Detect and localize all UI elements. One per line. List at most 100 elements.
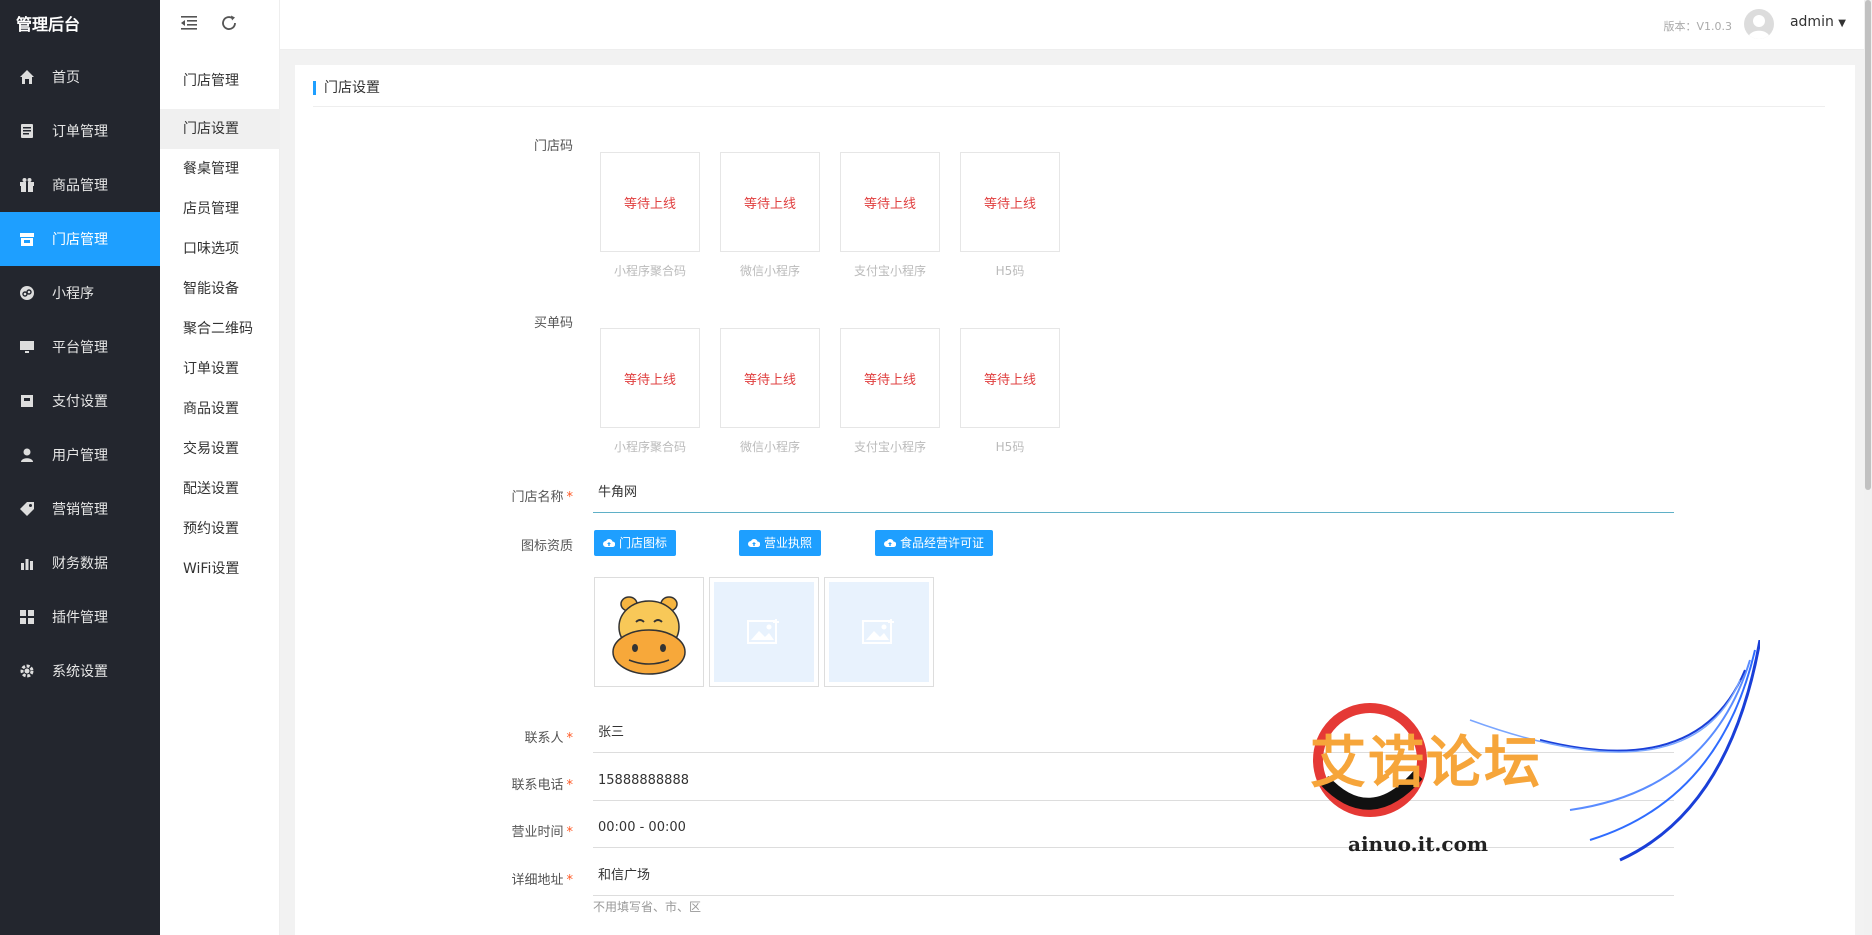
nav-item-miniapp[interactable]: 小程序 (0, 266, 160, 320)
user-icon (18, 446, 36, 464)
submenu-item-store-settings[interactable]: 门店设置 (160, 109, 280, 149)
business-hours-input[interactable]: 00:00 - 00:00 (593, 812, 1674, 848)
label-text: 详细地址 (511, 873, 564, 888)
refresh-icon[interactable] (220, 14, 238, 36)
submenu-item-booking-settings[interactable]: 预约设置 (160, 509, 280, 549)
submenu-item-order-settings[interactable]: 订单设置 (160, 349, 280, 389)
submenu-item-tables[interactable]: 餐桌管理 (160, 149, 280, 189)
nav-item-stores[interactable]: 门店管理 (0, 212, 160, 266)
store-name-input[interactable]: 牛角网 (593, 477, 1674, 513)
qr-box: 等待上线 (600, 152, 700, 252)
qr-caption: 微信小程序 (739, 264, 800, 278)
qr-caption: H5码 (995, 440, 1025, 454)
qr-placeholder: 等待上线 (623, 372, 676, 388)
qr-caption: H5码 (995, 264, 1025, 278)
business-hours-label: 营业时间 * (473, 821, 573, 840)
panel-title: 门店设置 (324, 80, 380, 96)
nav-item-settings[interactable]: 系统设置 (0, 644, 160, 698)
nav-item-payment[interactable]: 支付设置 (0, 374, 160, 428)
store-icon-preview[interactable] (594, 577, 704, 687)
nav-item-orders[interactable]: 订单管理 (0, 104, 160, 158)
cloud-upload-icon (884, 539, 896, 547)
submenu-item-wifi-settings[interactable]: WiFi设置 (160, 549, 280, 589)
store-name-label: 门店名称 * (473, 486, 573, 505)
submenu-item-devices[interactable]: 智能设备 (160, 269, 280, 309)
required-mark: * (566, 825, 574, 840)
upload-food-license-button[interactable]: 食品经营许可证 (875, 530, 994, 556)
nav-item-plugins[interactable]: 插件管理 (0, 590, 160, 644)
qr-placeholder: 等待上线 (983, 372, 1036, 388)
image-placeholder (714, 582, 814, 682)
nav-label: 平台管理 (52, 340, 108, 356)
qr-caption: 支付宝小程序 (853, 440, 926, 454)
qr-box: 等待上线 (600, 328, 700, 428)
food-license-preview[interactable] (824, 577, 934, 687)
nav-item-home[interactable]: 首页 (0, 50, 160, 104)
plugin-icon (18, 608, 36, 626)
avatar[interactable] (1744, 9, 1774, 39)
button-label: 食品经营许可证 (900, 536, 985, 550)
hippo-logo-image (612, 596, 686, 675)
pay-code-label: 买单码 (473, 312, 573, 331)
scrollbar-thumb[interactable] (1865, 0, 1871, 490)
nav-label: 商品管理 (52, 178, 108, 194)
nav-label: 用户管理 (52, 448, 108, 464)
label-text: 营业时间 (511, 825, 564, 840)
required-mark: * (566, 731, 574, 746)
store-icon (18, 230, 36, 248)
nav-item-products[interactable]: 商品管理 (0, 158, 160, 212)
label-text: 门店名称 (511, 490, 564, 505)
nav-label: 首页 (52, 70, 80, 86)
qr-box: 等待上线 (720, 328, 820, 428)
nav-item-users[interactable]: 用户管理 (0, 428, 160, 482)
submenu-item-aggregate-qr[interactable]: 聚合二维码 (160, 309, 280, 349)
nav-label: 门店管理 (52, 232, 108, 248)
sidebar: 管理后台 首页 订单管理 商品管理 门店管理 小程序 平台管理 支付设置 用户管… (0, 0, 160, 935)
user-menu[interactable]: admin ▼ (1790, 14, 1846, 30)
button-label: 门店图标 (619, 536, 668, 550)
page-scrollbar[interactable] (1864, 0, 1872, 935)
qr-box: 等待上线 (840, 152, 940, 252)
qr-caption: 微信小程序 (739, 440, 800, 454)
nav-item-platform[interactable]: 平台管理 (0, 320, 160, 374)
nav-label: 系统设置 (52, 664, 108, 680)
header-accent-bar (313, 81, 316, 95)
nav-item-marketing[interactable]: 营销管理 (0, 482, 160, 536)
collapse-menu-icon[interactable] (180, 14, 198, 36)
nav-label: 订单管理 (52, 124, 108, 140)
qr-caption: 支付宝小程序 (853, 264, 926, 278)
qr-box: 等待上线 (960, 152, 1060, 252)
miniapp-icon (18, 284, 36, 302)
home-icon (18, 68, 36, 86)
nav-label: 小程序 (52, 286, 94, 302)
upload-business-license-button[interactable]: 营业执照 (739, 530, 822, 556)
phone-label: 联系电话 * (473, 774, 573, 793)
cloud-upload-icon (603, 539, 615, 547)
secondary-menu: 门店管理 门店设置 餐桌管理 店员管理 口味选项 智能设备 聚合二维码 订单设置… (160, 0, 280, 935)
tag-icon (18, 500, 36, 518)
qr-caption: 小程序聚合码 (613, 440, 686, 454)
submenu-item-product-settings[interactable]: 商品设置 (160, 389, 280, 429)
nav-label: 营销管理 (52, 502, 108, 518)
qr-box: 等待上线 (960, 328, 1060, 428)
image-placeholder (829, 582, 929, 682)
qr-placeholder: 等待上线 (743, 372, 796, 388)
submenu-item-delivery-settings[interactable]: 配送设置 (160, 469, 280, 509)
caret-down-icon: ▼ (1838, 18, 1846, 29)
username: admin (1789, 14, 1834, 30)
submenu-item-trade-settings[interactable]: 交易设置 (160, 429, 280, 469)
nav-label: 财务数据 (52, 556, 108, 572)
qr-placeholder: 等待上线 (743, 196, 796, 212)
qr-placeholder: 等待上线 (983, 196, 1036, 212)
submenu-item-staff[interactable]: 店员管理 (160, 189, 280, 229)
qr-box: 等待上线 (840, 328, 940, 428)
submenu-item-flavors[interactable]: 口味选项 (160, 229, 280, 269)
brand-title: 管理后台 (16, 15, 81, 34)
upload-store-icon-button[interactable]: 门店图标 (594, 530, 677, 556)
address-input[interactable]: 和信广场 (593, 860, 1674, 896)
business-license-preview[interactable] (709, 577, 819, 687)
label-text: 联系电话 (511, 778, 564, 793)
qr-placeholder: 等待上线 (863, 196, 916, 212)
cloud-upload-icon (748, 539, 760, 547)
nav-item-finance[interactable]: 财务数据 (0, 536, 160, 590)
